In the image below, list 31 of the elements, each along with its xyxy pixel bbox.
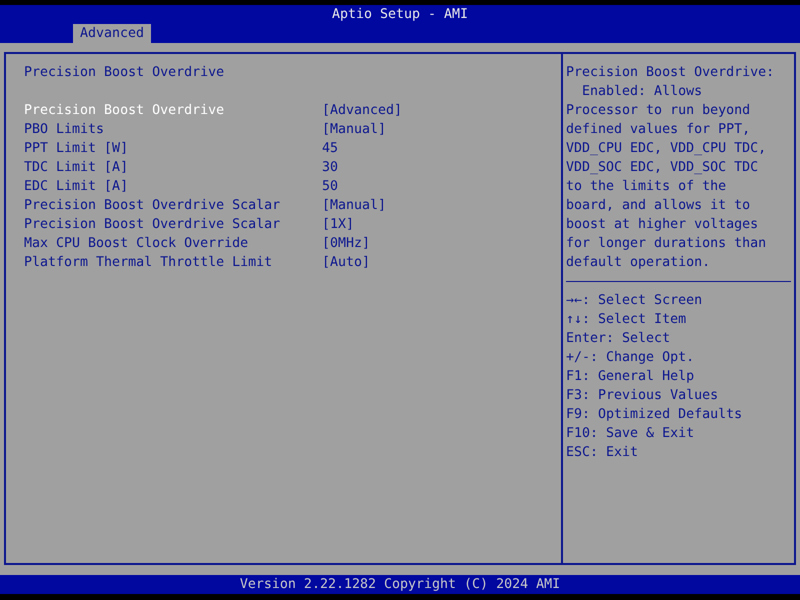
page-heading: Precision Boost Overdrive: [24, 64, 226, 82]
help-text: Precision Boost Overdrive: Enabled: Allows Processor to run beyond defined values for PPT, VDD_CPU EDC, VDD_CPU TDC, VDD_SOC EDC, VDD_SOC TDC to the limits of the board, and allows it to boost at higher voltages for longer durations than default operation.: [565, 64, 776, 272]
version-status-bar: Version 2.22.1282 Copyright (C) 2024 AMI: [0, 575, 800, 594]
setting-value[interactable]: [Advanced]: [322, 101, 561, 120]
key-hint: Enter: Select: [565, 330, 672, 348]
setting-value[interactable]: 50: [322, 177, 561, 196]
setting-label[interactable]: PBO Limits: [24, 120, 322, 139]
key-hint: +/-: Change Opt.: [565, 349, 696, 367]
setting-value[interactable]: [0MHz]: [322, 234, 561, 253]
setting-value[interactable]: [Manual]: [322, 196, 561, 215]
setting-label[interactable]: TDC Limit [A]: [24, 158, 322, 177]
key-hint: F3: Previous Values: [565, 387, 720, 405]
setting-label[interactable]: Precision Boost Overdrive Scalar: [24, 215, 322, 234]
setting-label[interactable]: EDC Limit [A]: [24, 177, 322, 196]
setting-value[interactable]: [1X]: [322, 215, 561, 234]
key-hint: ↑↓: Select Item: [565, 311, 688, 329]
menu-tab[interactable]: Advanced: [73, 24, 152, 43]
key-hint: F1: General Help: [565, 368, 696, 386]
setting-label[interactable]: Precision Boost Overdrive Scalar: [24, 196, 322, 215]
key-hint: F10: Save & Exit: [565, 425, 696, 443]
setting-label[interactable]: PPT Limit [W]: [24, 139, 322, 158]
setting-value[interactable]: 45: [322, 139, 561, 158]
setting-value[interactable]: [Auto]: [322, 253, 561, 272]
key-hint: →←: Select Screen: [565, 292, 704, 310]
setting-label[interactable]: Platform Thermal Throttle Limit: [24, 253, 322, 272]
setting-value[interactable]: 30: [322, 158, 561, 177]
key-hint: ESC: Exit: [565, 444, 640, 462]
setting-label[interactable]: Max CPU Boost Clock Override: [24, 234, 322, 253]
window-title: Aptio Setup - AMI: [332, 6, 468, 24]
key-hint: F9: Optimized Defaults: [565, 406, 744, 424]
setting-value[interactable]: [Manual]: [322, 120, 561, 139]
